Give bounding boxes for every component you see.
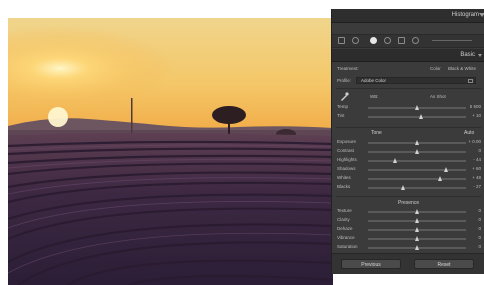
slider-track[interactable] [368, 160, 466, 162]
slider-label-temp: Temp [337, 104, 349, 109]
bottom-bar: Previous Reset [332, 253, 484, 274]
slider-value-highlights[interactable]: - 44 [473, 157, 481, 162]
profile-dropdown[interactable]: Adobe Color [356, 77, 476, 84]
slider-value-blacks[interactable]: - 27 [473, 184, 481, 189]
slider-value-texture[interactable]: 0 [478, 208, 481, 213]
grid-tool-icon[interactable] [338, 37, 345, 44]
slider-label-dehaze: Dehaze [337, 226, 353, 231]
reset-button[interactable]: Reset [414, 259, 474, 269]
slider-value-vibrance[interactable]: 0 [478, 235, 481, 240]
profile-value: Adobe Color [361, 78, 387, 83]
slider-knob[interactable] [400, 185, 405, 190]
develop-panel: Histogram Basic Treatment: Color Black &… [331, 9, 484, 274]
divider [336, 88, 481, 89]
red-eye-icon[interactable] [384, 37, 391, 44]
slider-knob[interactable] [419, 114, 424, 119]
slider-exposure[interactable] [368, 140, 466, 146]
slider-texture[interactable] [368, 209, 466, 215]
slider-saturation[interactable] [368, 245, 466, 251]
tone-title: Tone [371, 130, 382, 136]
wb-value[interactable]: As Shot [430, 94, 446, 99]
previous-button[interactable]: Previous [341, 259, 401, 269]
wb-label: WB: [370, 94, 379, 99]
slider-knob[interactable] [414, 218, 419, 223]
slider-contrast[interactable] [368, 149, 466, 155]
slider-track[interactable] [368, 187, 466, 189]
slider-value-saturation[interactable]: 0 [478, 244, 481, 249]
treatment-bw-option[interactable]: Black & White [448, 66, 476, 71]
slider-label-vibrance: Vibrance [337, 235, 355, 240]
slider-label-shadows: Shadows [337, 166, 356, 171]
graduated-filter-icon[interactable] [398, 37, 405, 44]
slider-clarity[interactable] [368, 218, 466, 224]
histogram-header[interactable]: Histogram [332, 9, 484, 23]
slider-knob[interactable] [414, 105, 419, 110]
slider-label-clarity: Clarity [337, 217, 350, 222]
slider-label-exposure: Exposure [337, 139, 357, 144]
slider-value-shadows[interactable]: + 60 [472, 166, 481, 171]
tool-slider[interactable] [432, 40, 472, 41]
radial-filter-icon[interactable] [412, 37, 419, 44]
slider-label-contrast: Contrast [337, 148, 355, 153]
slider-knob[interactable] [414, 149, 419, 154]
collapse-triangle-icon[interactable] [478, 54, 482, 57]
treatment-color-option[interactable]: Color [430, 66, 441, 71]
photo-preview [8, 18, 333, 285]
sunset-lavender-image [8, 18, 333, 285]
treatment-label: Treatment: [337, 66, 359, 71]
slider-value-whites[interactable]: + 48 [472, 175, 481, 180]
slider-temp[interactable] [368, 105, 466, 111]
slider-value-temp[interactable]: 5 500 [470, 104, 481, 109]
slider-value-contrast[interactable]: 0 [478, 148, 481, 153]
basic-title: Basic [460, 52, 475, 58]
slider-dehaze[interactable] [368, 227, 466, 233]
slider-track[interactable] [368, 169, 466, 171]
slider-knob[interactable] [414, 140, 419, 145]
histogram-title: Histogram [451, 12, 479, 18]
slider-value-dehaze[interactable]: 0 [478, 226, 481, 231]
collapse-triangle-icon[interactable] [479, 13, 484, 17]
slider-value-tint[interactable]: + 10 [472, 113, 481, 118]
profile-label: Profile: [337, 78, 352, 83]
slider-whites[interactable] [368, 176, 466, 182]
eyedropper-icon[interactable] [340, 92, 349, 101]
presence-title: Presence [398, 200, 420, 206]
slider-label-saturation: Saturation [337, 244, 358, 249]
slider-tint[interactable] [368, 114, 466, 120]
slider-knob[interactable] [443, 167, 448, 172]
slider-knob[interactable] [414, 245, 419, 250]
divider [336, 196, 481, 197]
slider-track[interactable] [368, 178, 466, 180]
spot-removal-icon[interactable] [370, 37, 377, 44]
profile-browser-icon[interactable] [468, 79, 473, 83]
tool-strip [332, 34, 484, 48]
basic-section-header[interactable]: Basic [332, 49, 484, 62]
slider-shadows[interactable] [368, 167, 466, 173]
slider-knob[interactable] [414, 209, 419, 214]
slider-label-highlights: Highlights [337, 157, 357, 162]
slider-highlights[interactable] [368, 158, 466, 164]
slider-knob[interactable] [392, 158, 397, 163]
slider-value-clarity[interactable]: 0 [478, 217, 481, 222]
slider-blacks[interactable] [368, 185, 466, 191]
slider-label-tint: Tint [337, 113, 345, 118]
divider [336, 127, 481, 128]
tone-auto-button[interactable]: Auto [464, 130, 474, 136]
slider-knob[interactable] [438, 176, 443, 181]
slider-label-blacks: Blacks [337, 184, 351, 189]
slider-track[interactable] [368, 116, 466, 118]
slider-vibrance[interactable] [368, 236, 466, 242]
slider-value-exposure[interactable]: + 0.00 [468, 139, 481, 144]
slider-knob[interactable] [414, 236, 419, 241]
slider-label-texture: Texture [337, 208, 352, 213]
slider-label-whites: Whites [337, 175, 351, 180]
crop-tool-icon[interactable] [352, 37, 359, 44]
slider-knob[interactable] [414, 227, 419, 232]
